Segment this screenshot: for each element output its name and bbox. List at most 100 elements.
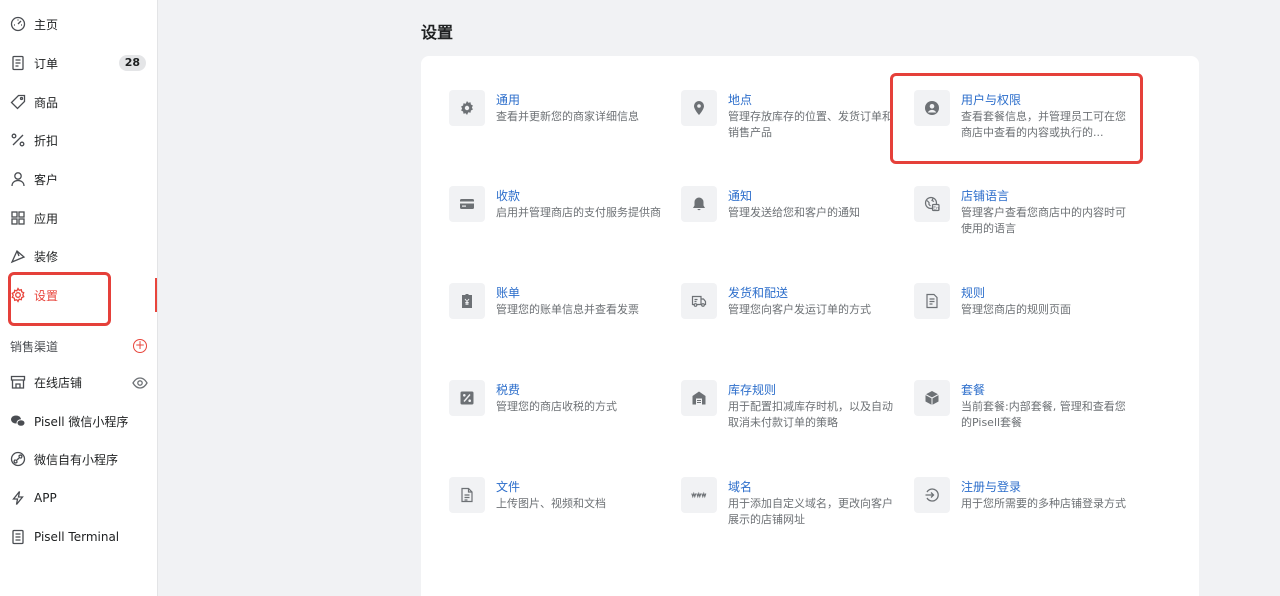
card-title: 地点 — [728, 93, 753, 107]
card-description: 查看并更新您的商家详细信息 — [496, 110, 639, 123]
truck-icon — [681, 283, 717, 319]
sidebar-item-app[interactable]: APP — [0, 482, 158, 514]
card-title: 通知 — [728, 189, 753, 203]
card-title: 账单 — [496, 286, 521, 300]
sidebar-item-label: 客户 — [34, 172, 59, 187]
location-pin-icon — [681, 90, 717, 126]
sidebar-item-online-store[interactable]: 在线店铺 — [0, 366, 158, 398]
settings-panel: 通用 查看并更新您的商家详细信息 地点 管理存放库存的位置、发货订单和销售产品 … — [421, 56, 1199, 596]
card-description: 管理您的商店收税的方式 — [496, 400, 617, 413]
card-description: 管理客户查看您商店中的内容时可使用的语言 — [961, 206, 1126, 235]
terminal-icon — [10, 529, 26, 545]
sidebar-item-label: 应用 — [34, 211, 59, 226]
package-icon — [914, 380, 950, 416]
card-description: 管理发送给您和客户的通知 — [728, 206, 860, 219]
settings-card-policies[interactable]: 规则 管理您商店的规则页面 — [914, 283, 1126, 353]
sidebar-item-label: 微信自有小程序 — [34, 452, 119, 467]
store-icon — [10, 374, 26, 390]
settings-card-locations[interactable]: 地点 管理存放库存的位置、发货订单和销售产品 — [681, 90, 893, 160]
settings-card-general[interactable]: 通用 查看并更新您的商家详细信息 — [449, 90, 661, 160]
card-description: 上传图片、视频和文档 — [496, 497, 606, 510]
sidebar-item-orders[interactable]: 订单 28 — [0, 47, 158, 79]
card-description: 用于您所需要的多种店铺登录方式 — [961, 497, 1126, 510]
credit-card-icon — [449, 186, 485, 222]
sidebar-item-pisell-wechat[interactable]: Pisell 微信小程序 — [0, 405, 158, 437]
svg-text:En: En — [933, 206, 939, 212]
sidebar-item-discounts[interactable]: 折扣 — [0, 124, 158, 156]
sidebar-item-label: 在线店铺 — [34, 375, 83, 390]
card-title: 域名 — [728, 480, 753, 494]
sidebar-item-label: 主页 — [34, 17, 59, 32]
settings-card-inventory-rules[interactable]: 库存规则 用于配置扣减库存时机，以及自动取消未付款订单的策略 — [681, 380, 893, 450]
card-title: 发货和配送 — [728, 286, 789, 300]
card-title: 套餐 — [961, 383, 986, 397]
sidebar-item-label: Pisell 微信小程序 — [34, 414, 129, 429]
sidebar: 主页 订单 28 商品 折扣 客户 应用 装修 设置 销售渠道 + 在线店铺 P… — [0, 0, 158, 596]
apps-icon — [10, 210, 26, 226]
card-title: 规则 — [961, 286, 986, 300]
add-channel-icon[interactable]: + — [133, 339, 147, 353]
card-description: 管理您商店的规则页面 — [961, 303, 1071, 316]
eye-icon[interactable] — [132, 375, 148, 389]
settings-card-taxes[interactable]: 税费 管理您的商店收税的方式 — [449, 380, 661, 450]
gear-icon — [449, 90, 485, 126]
bell-icon — [681, 186, 717, 222]
settings-card-payments[interactable]: 收款 启用并管理商店的支付服务提供商 — [449, 186, 661, 256]
sidebar-item-home[interactable]: 主页 — [0, 8, 158, 40]
settings-card-billing[interactable]: 账单 管理您的账单信息并查看发票 — [449, 283, 661, 353]
sidebar-item-label: 订单 — [34, 56, 59, 71]
sidebar-item-terminal[interactable]: Pisell Terminal — [0, 521, 158, 553]
settings-card-plan[interactable]: 套餐 当前套餐:内部套餐, 管理和查看您的Pisell套餐 — [914, 380, 1126, 450]
card-title: 店铺语言 — [961, 189, 1010, 203]
card-title: 注册与登录 — [961, 480, 1022, 494]
sidebar-item-label: 设置 — [34, 288, 59, 303]
sidebar-item-label: 商品 — [34, 95, 59, 110]
card-title: 通用 — [496, 93, 521, 107]
card-description: 用于添加自定义域名，更改向客户展示的店铺网址 — [728, 497, 893, 526]
settings-card-notifications[interactable]: 通知 管理发送给您和客户的通知 — [681, 186, 893, 256]
user-circle-icon — [914, 90, 950, 126]
sidebar-item-customers[interactable]: 客户 — [0, 163, 158, 195]
card-description: 管理您的账单信息并查看发票 — [496, 303, 639, 316]
file-icon — [449, 477, 485, 513]
sidebar-item-settings[interactable]: 设置 — [0, 279, 158, 311]
active-indicator — [155, 278, 157, 312]
www-icon — [681, 477, 717, 513]
card-title: 税费 — [496, 383, 521, 397]
dashboard-icon — [10, 16, 26, 32]
sidebar-item-design[interactable]: 装修 — [0, 240, 158, 272]
card-description: 查看套餐信息，并管理员工可在您商店中查看的内容或执行的... — [961, 110, 1126, 139]
language-globe-icon: En — [914, 186, 950, 222]
person-icon — [10, 171, 26, 187]
percent-icon — [10, 132, 26, 148]
sidebar-item-label: Pisell Terminal — [34, 530, 120, 544]
sidebar-item-label: 装修 — [34, 249, 59, 264]
brush-icon — [10, 248, 26, 264]
percent-box-icon — [449, 380, 485, 416]
settings-card-users-permissions[interactable]: 用户与权限 查看套餐信息，并管理员工可在您商店中查看的内容或执行的... — [914, 90, 1126, 160]
orders-icon — [10, 55, 26, 71]
sidebar-item-label: APP — [34, 491, 57, 505]
sidebar-item-apps[interactable]: 应用 — [0, 202, 158, 234]
tag-icon — [10, 94, 26, 110]
card-description: 当前套餐:内部套餐, 管理和查看您的Pisell套餐 — [961, 400, 1126, 429]
login-icon — [914, 477, 950, 513]
page-title: 设置 — [421, 23, 454, 42]
settings-card-files[interactable]: 文件 上传图片、视频和文档 — [449, 477, 661, 547]
sidebar-item-products[interactable]: 商品 — [0, 86, 158, 118]
card-description: 用于配置扣减库存时机，以及自动取消未付款订单的策略 — [728, 400, 893, 429]
sidebar-item-wechat-own[interactable]: 微信自有小程序 — [0, 443, 158, 475]
card-title: 库存规则 — [728, 383, 777, 397]
settings-card-store-language[interactable]: En 店铺语言 管理客户查看您商店中的内容时可使用的语言 — [914, 186, 1126, 256]
document-icon — [914, 283, 950, 319]
card-title: 收款 — [496, 189, 521, 203]
sales-channels-heading: 销售渠道 — [10, 340, 59, 354]
link-icon — [10, 451, 26, 467]
wechat-icon — [10, 413, 26, 429]
settings-card-register-login[interactable]: 注册与登录 用于您所需要的多种店铺登录方式 — [914, 477, 1126, 547]
settings-card-shipping[interactable]: 发货和配送 管理您向客户发运订单的方式 — [681, 283, 893, 353]
card-description: 启用并管理商店的支付服务提供商 — [496, 206, 661, 219]
settings-card-domains[interactable]: 域名 用于添加自定义域名，更改向客户展示的店铺网址 — [681, 477, 893, 547]
invoice-icon — [449, 283, 485, 319]
card-description: 管理您向客户发运订单的方式 — [728, 303, 871, 316]
